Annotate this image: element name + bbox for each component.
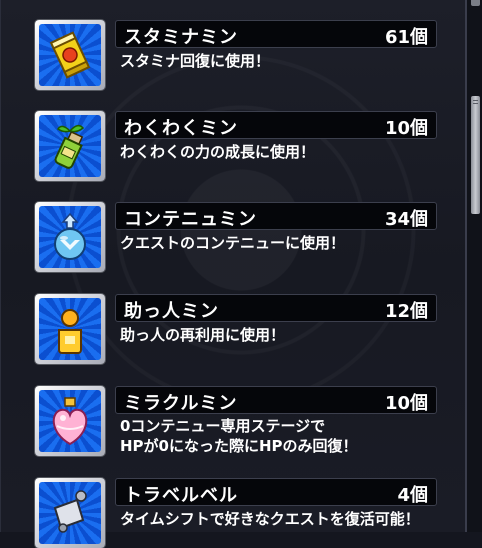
item-count: 4個 [397, 485, 428, 506]
continue-potion-icon [39, 206, 101, 268]
item-description: 助っ人の再利用に使用！ [120, 326, 286, 344]
stamina-can-icon [39, 24, 101, 86]
scrollbar-track[interactable] [467, 0, 482, 532]
scrollbar-thumb[interactable] [471, 96, 480, 214]
item-count: 61個 [384, 27, 428, 48]
item-description: スタミナ回復に使用！ [120, 52, 271, 70]
item-icon-frame [35, 386, 105, 456]
item-icon-frame [35, 20, 105, 90]
item-description: タイムシフトで好きなクエストを復活可能！ [120, 510, 420, 528]
item-description: 0コンテニュー専用ステージで HPが0になった際にHPのみ回復！ [120, 417, 358, 455]
item-name: 助っ人ミン [124, 301, 219, 322]
list-item[interactable]: コンテニュミン 34個 クエストのコンテニューに使用！ [0, 202, 464, 274]
helper-figure-icon [39, 298, 101, 360]
item-name: わくわくミン [124, 118, 238, 139]
list-item[interactable]: わくわくミン 10個 わくわくの力の成長に使用！ [0, 111, 464, 183]
item-icon-frame [35, 478, 105, 548]
item-count: 34個 [384, 209, 428, 230]
item-description: クエストのコンテニューに使用！ [120, 234, 346, 252]
sprout-bottle-icon [39, 115, 101, 177]
item-name-bar: トラベルベル 4個 [115, 478, 437, 506]
item-description: わくわくの力の成長に使用！ [120, 143, 316, 161]
item-name-bar: コンテニュミン 34個 [115, 202, 437, 230]
item-icon-frame [35, 111, 105, 181]
item-count: 10個 [384, 118, 428, 139]
item-name-bar: 助っ人ミン 12個 [115, 294, 437, 322]
list-item[interactable]: 助っ人ミン 12個 助っ人の再利用に使用！ [0, 294, 464, 366]
item-name: コンテニュミン [124, 209, 257, 230]
item-count: 12個 [384, 301, 428, 322]
list-item[interactable]: ミラクルミン 10個 0コンテニュー専用ステージで HPが0になった際にHPのみ… [0, 386, 464, 458]
item-name: トラベルベル [124, 485, 238, 506]
travel-bell-icon [39, 482, 101, 544]
heart-bottle-icon [39, 390, 101, 452]
item-icon-frame [35, 294, 105, 364]
item-name-bar: スタミナミン 61個 [115, 20, 437, 48]
scrollbar-top-cap [471, 0, 480, 6]
item-count: 10個 [384, 393, 428, 414]
list-item[interactable]: スタミナミン 61個 スタミナ回復に使用！ [0, 20, 464, 92]
item-name: ミラクルミン [124, 393, 238, 414]
item-icon-frame [35, 202, 105, 272]
item-name: スタミナミン [124, 27, 238, 48]
item-name-bar: わくわくミン 10個 [115, 111, 437, 139]
item-name-bar: ミラクルミン 10個 [115, 386, 437, 414]
list-item[interactable]: トラベルベル 4個 タイムシフトで好きなクエストを復活可能！ [0, 478, 464, 548]
